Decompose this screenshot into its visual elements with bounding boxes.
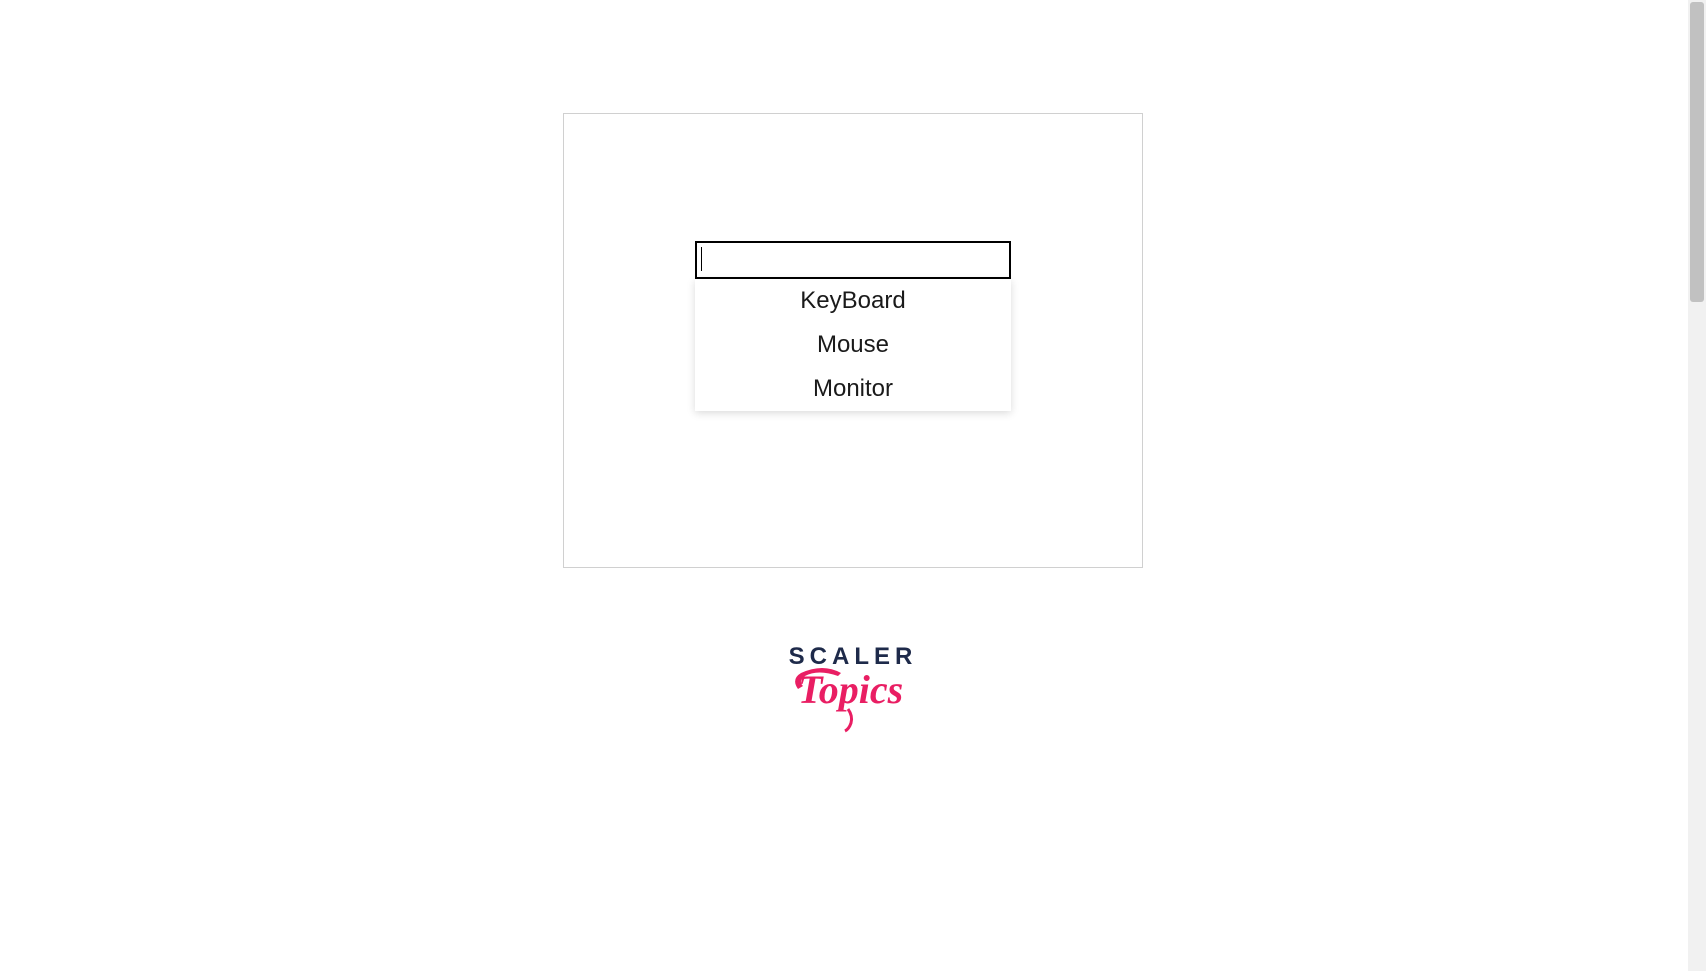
logo-text-topics: Topics	[793, 661, 913, 741]
autocomplete-panel: KeyBoard Mouse Monitor	[563, 113, 1143, 568]
page-content: KeyBoard Mouse Monitor SCALER Topics	[0, 0, 1706, 741]
text-cursor	[701, 247, 702, 271]
autocomplete-dropdown: KeyBoard Mouse Monitor	[695, 279, 1011, 411]
scrollbar[interactable]	[1688, 0, 1706, 971]
dropdown-option[interactable]: Mouse	[695, 323, 1011, 367]
autocomplete-input[interactable]	[695, 241, 1011, 279]
scrollbar-thumb[interactable]	[1690, 2, 1704, 302]
brand-logo: SCALER Topics	[789, 643, 918, 741]
autocomplete-widget: KeyBoard Mouse Monitor	[695, 241, 1011, 279]
dropdown-option[interactable]: KeyBoard	[695, 279, 1011, 323]
dropdown-option[interactable]: Monitor	[695, 367, 1011, 411]
svg-text:Topics: Topics	[798, 667, 903, 712]
